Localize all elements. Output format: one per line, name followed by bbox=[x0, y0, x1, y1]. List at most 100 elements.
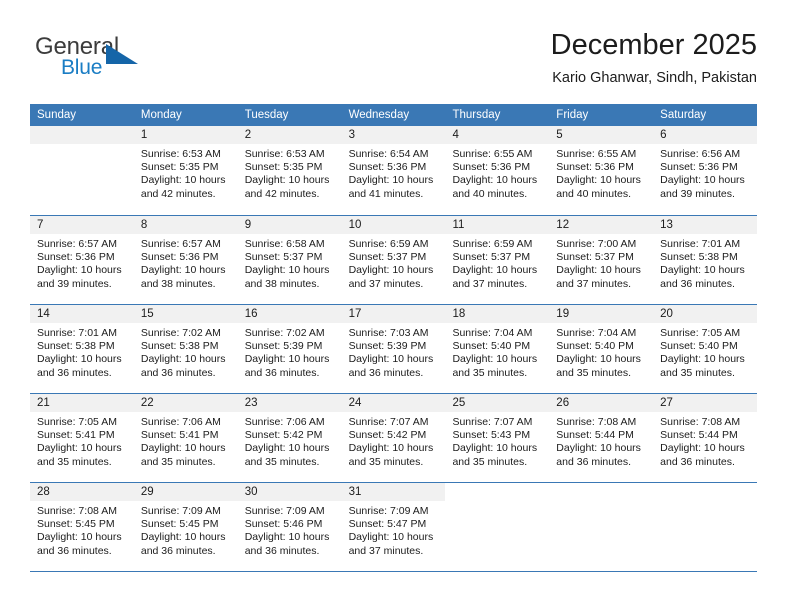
day-number: 23 bbox=[237, 394, 342, 412]
day-number: 28 bbox=[30, 483, 134, 501]
day-cell[interactable]: 6 Sunrise: 6:56 AM Sunset: 5:36 PM Daylight… bbox=[653, 126, 758, 215]
day-sun-info: Sunrise: 7:06 AM Sunset: 5:41 PM Daylight:… bbox=[134, 412, 238, 469]
day-sun-info: Sunrise: 7:02 AM Sunset: 5:38 PM Daylight:… bbox=[134, 323, 238, 380]
daylight-text-line1: Daylight: 10 hours bbox=[452, 264, 538, 277]
day-cell[interactable]: 17 Sunrise: 7:03 AM Sunset: 5:39 PM Dayligh… bbox=[341, 305, 446, 393]
daylight-text-line2: and 35 minutes. bbox=[452, 366, 528, 379]
day-sun-info: Sunrise: 7:08 AM Sunset: 5:45 PM Daylight:… bbox=[30, 501, 134, 558]
day-cell[interactable]: 19 Sunrise: 7:04 AM Sunset: 5:40 PM Dayligh… bbox=[549, 305, 654, 393]
day-sun-info: Sunrise: 6:55 AM Sunset: 5:36 PM Daylight:… bbox=[445, 144, 549, 201]
day-sun-info: Sunrise: 7:03 AM Sunset: 5:39 PM Daylight:… bbox=[342, 323, 446, 380]
day-cell[interactable]: 7 Sunrise: 6:57 AM Sunset: 5:36 PM Daylight… bbox=[30, 216, 134, 304]
sunset-text: Sunset: 5:44 PM bbox=[556, 429, 634, 442]
day-cell[interactable]: 18 Sunrise: 7:04 AM Sunset: 5:40 PM Dayligh… bbox=[445, 305, 550, 393]
sunset-text: Sunset: 5:35 PM bbox=[244, 161, 323, 174]
day-cell[interactable]: 23 Sunrise: 7:06 AM Sunset: 5:42 PM Dayligh… bbox=[237, 394, 342, 482]
day-cell[interactable]: 26 Sunrise: 7:08 AM Sunset: 5:44 PM Dayligh… bbox=[549, 394, 654, 482]
sunrise-text: Sunrise: 7:01 AM bbox=[660, 238, 741, 250]
day-cell[interactable]: 16 Sunrise: 7:02 AM Sunset: 5:39 PM Dayligh… bbox=[237, 305, 342, 393]
sunset-text: Sunset: 5:45 PM bbox=[140, 518, 219, 531]
week-row: 1 Sunrise: 6:53 AM Sunset: 5:35 PM Daylight… bbox=[30, 126, 758, 215]
day-cell[interactable]: 2 Sunrise: 6:53 AM Sunset: 5:35 PM Daylight… bbox=[237, 126, 342, 215]
day-cell[interactable]: 20 Sunrise: 7:05 AM Sunset: 5:40 PM Dayligh… bbox=[653, 305, 758, 393]
day-cell[interactable]: 29 Sunrise: 7:09 AM Sunset: 5:45 PM Dayligh… bbox=[133, 483, 238, 571]
daylight-text-line1: Daylight: 10 hours bbox=[244, 531, 330, 544]
day-sun-info: Sunrise: 6:56 AM Sunset: 5:36 PM Daylight:… bbox=[653, 144, 757, 201]
daylight-text-line2: and 37 minutes. bbox=[556, 277, 632, 290]
sunrise-text: Sunrise: 7:06 AM bbox=[244, 416, 325, 428]
sunset-text: Sunset: 5:37 PM bbox=[244, 251, 323, 264]
sunset-text: Sunset: 5:37 PM bbox=[556, 251, 634, 264]
day-number: 24 bbox=[341, 394, 446, 412]
daylight-text-line2: and 42 minutes. bbox=[140, 187, 216, 200]
sunset-text: Sunset: 5:42 PM bbox=[348, 429, 427, 442]
daylight-text-line1: Daylight: 10 hours bbox=[244, 353, 330, 366]
day-cell[interactable]: 12 Sunrise: 7:00 AM Sunset: 5:37 PM Dayligh… bbox=[549, 216, 654, 304]
daylight-text-line2: and 42 minutes. bbox=[244, 187, 320, 200]
sunset-text: Sunset: 5:42 PM bbox=[244, 429, 323, 442]
day-sun-info: Sunrise: 7:08 AM Sunset: 5:44 PM Daylight:… bbox=[653, 412, 757, 469]
sunset-text: Sunset: 5:47 PM bbox=[348, 518, 427, 531]
day-cell-empty bbox=[653, 483, 758, 571]
daylight-text-line2: and 36 minutes. bbox=[660, 277, 735, 290]
day-number: 26 bbox=[549, 394, 654, 412]
day-number: 25 bbox=[445, 394, 550, 412]
daylight-text-line2: and 35 minutes. bbox=[660, 366, 735, 379]
day-number: 8 bbox=[133, 216, 238, 234]
daylight-text-line1: Daylight: 10 hours bbox=[348, 353, 434, 366]
calendar-grid: Sunday Monday Tuesday Wednesday Thursday… bbox=[30, 104, 758, 572]
brand-word-blue: Blue bbox=[61, 56, 103, 79]
day-sun-info: Sunrise: 6:59 AM Sunset: 5:37 PM Daylight:… bbox=[445, 234, 549, 291]
day-cell[interactable]: 11 Sunrise: 6:59 AM Sunset: 5:37 PM Dayligh… bbox=[445, 216, 550, 304]
sunrise-text: Sunrise: 6:53 AM bbox=[244, 148, 325, 160]
daylight-text-line1: Daylight: 10 hours bbox=[660, 353, 745, 366]
daylight-text-line1: Daylight: 10 hours bbox=[660, 442, 745, 455]
day-cell[interactable]: 9 Sunrise: 6:58 AM Sunset: 5:37 PM Daylight… bbox=[237, 216, 342, 304]
daylight-text-line2: and 40 minutes. bbox=[556, 187, 632, 200]
day-cell-empty bbox=[549, 483, 654, 571]
sunrise-text: Sunrise: 7:09 AM bbox=[244, 505, 325, 517]
daylight-text-line2: and 36 minutes. bbox=[244, 366, 320, 379]
day-cell[interactable]: 4 Sunrise: 6:55 AM Sunset: 5:36 PM Daylight… bbox=[445, 126, 550, 215]
page-header: General Blue December 2025 Kario Ghanwar… bbox=[0, 0, 792, 100]
day-sun-info: Sunrise: 7:05 AM Sunset: 5:40 PM Daylight:… bbox=[653, 323, 757, 380]
sunset-text: Sunset: 5:46 PM bbox=[244, 518, 323, 531]
day-cell[interactable]: 25 Sunrise: 7:07 AM Sunset: 5:43 PM Dayligh… bbox=[445, 394, 550, 482]
sunset-text: Sunset: 5:36 PM bbox=[452, 161, 531, 174]
sunrise-text: Sunrise: 7:07 AM bbox=[452, 416, 533, 428]
day-sun-info: Sunrise: 7:08 AM Sunset: 5:44 PM Daylight:… bbox=[549, 412, 653, 469]
daylight-text-line2: and 38 minutes. bbox=[244, 277, 320, 290]
day-cell[interactable]: 22 Sunrise: 7:06 AM Sunset: 5:41 PM Dayligh… bbox=[133, 394, 238, 482]
day-cell[interactable]: 30 Sunrise: 7:09 AM Sunset: 5:46 PM Dayligh… bbox=[237, 483, 342, 571]
page-title: December 2025 bbox=[550, 29, 757, 61]
daylight-text-line1: Daylight: 10 hours bbox=[452, 442, 538, 455]
day-sun-info: Sunrise: 7:09 AM Sunset: 5:46 PM Daylight:… bbox=[238, 501, 342, 558]
day-cell[interactable]: 24 Sunrise: 7:07 AM Sunset: 5:42 PM Dayligh… bbox=[341, 394, 446, 482]
day-sun-info: Sunrise: 6:59 AM Sunset: 5:37 PM Daylight:… bbox=[342, 234, 446, 291]
day-sun-info: Sunrise: 6:58 AM Sunset: 5:37 PM Daylight:… bbox=[238, 234, 342, 291]
day-cell[interactable]: 21 Sunrise: 7:05 AM Sunset: 5:41 PM Dayligh… bbox=[30, 394, 134, 482]
day-cell[interactable]: 5 Sunrise: 6:55 AM Sunset: 5:36 PM Daylight… bbox=[549, 126, 654, 215]
day-cell[interactable]: 15 Sunrise: 7:02 AM Sunset: 5:38 PM Dayligh… bbox=[133, 305, 238, 393]
day-cell[interactable]: 8 Sunrise: 6:57 AM Sunset: 5:36 PM Daylight… bbox=[133, 216, 238, 304]
daylight-text-line2: and 35 minutes. bbox=[452, 455, 528, 468]
sunset-text: Sunset: 5:41 PM bbox=[140, 429, 219, 442]
daylight-text-line1: Daylight: 10 hours bbox=[140, 442, 226, 455]
day-cell[interactable]: 14 Sunrise: 7:01 AM Sunset: 5:38 PM Dayligh… bbox=[30, 305, 134, 393]
day-cell[interactable]: 10 Sunrise: 6:59 AM Sunset: 5:37 PM Dayligh… bbox=[341, 216, 446, 304]
day-number: 18 bbox=[445, 305, 550, 323]
day-number: 29 bbox=[133, 483, 238, 501]
day-cell[interactable]: 31 Sunrise: 7:09 AM Sunset: 5:47 PM Dayligh… bbox=[341, 483, 446, 571]
day-number: 13 bbox=[653, 216, 758, 234]
day-cell[interactable]: 3 Sunrise: 6:54 AM Sunset: 5:36 PM Daylight… bbox=[341, 126, 446, 215]
day-cell[interactable]: 1 Sunrise: 6:53 AM Sunset: 5:35 PM Daylight… bbox=[133, 126, 238, 215]
day-number: 27 bbox=[653, 394, 758, 412]
daylight-text-line1: Daylight: 10 hours bbox=[37, 353, 122, 366]
day-sun-info: Sunrise: 7:01 AM Sunset: 5:38 PM Daylight:… bbox=[30, 323, 134, 380]
sunrise-text: Sunrise: 7:05 AM bbox=[660, 327, 741, 339]
sunrise-text: Sunrise: 6:53 AM bbox=[140, 148, 221, 160]
day-cell[interactable]: 13 Sunrise: 7:01 AM Sunset: 5:38 PM Dayligh… bbox=[653, 216, 758, 304]
day-cell[interactable]: 27 Sunrise: 7:08 AM Sunset: 5:44 PM Dayligh… bbox=[653, 394, 758, 482]
day-number: 17 bbox=[341, 305, 446, 323]
day-cell[interactable]: 28 Sunrise: 7:08 AM Sunset: 5:45 PM Dayligh… bbox=[30, 483, 134, 571]
